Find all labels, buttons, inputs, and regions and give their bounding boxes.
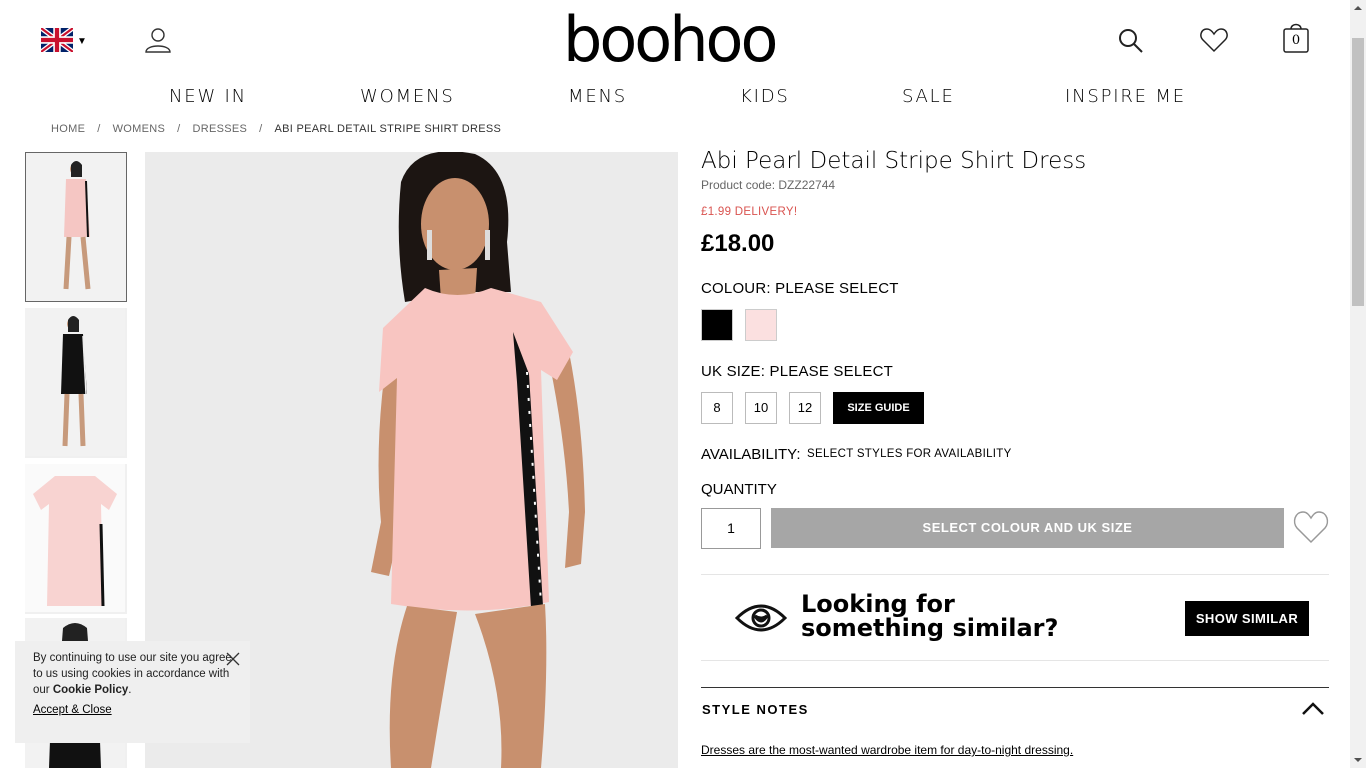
thumbnail-3[interactable] [25, 464, 127, 614]
add-to-bag-button[interactable]: SELECT COLOUR AND UK SIZE [771, 508, 1284, 548]
page-scrollbar[interactable] [1350, 0, 1366, 768]
wishlist-heart-icon[interactable] [1293, 510, 1329, 544]
nav-mens[interactable]: MENS [568, 86, 627, 107]
heart-icon[interactable] [1200, 27, 1228, 53]
nav-kids[interactable]: KIDS [740, 86, 790, 107]
nav-new-in[interactable]: NEW IN [169, 86, 247, 107]
scroll-down-arrow-icon[interactable] [1350, 752, 1366, 768]
size-option-10[interactable]: 10 [745, 392, 777, 424]
colour-value: PLEASE SELECT [775, 280, 899, 297]
nav-inspire-me[interactable]: INSPIRE ME [1065, 86, 1186, 107]
product-price: £18.00 [701, 230, 775, 257]
colour-swatch-pink[interactable] [745, 309, 777, 341]
nav-sale[interactable]: SALE [902, 86, 955, 107]
breadcrumb-current: ABI PEARL DETAIL STRIPE SHIRT DRESS [274, 123, 502, 135]
quantity-input[interactable]: 1 [701, 508, 761, 549]
accept-close-link[interactable]: Accept & Close [33, 702, 112, 718]
size-option-12[interactable]: 12 [789, 392, 821, 424]
size-value: PLEASE SELECT [769, 363, 893, 380]
availability-label: AVAILABILITY: [701, 446, 801, 463]
eye-icon [735, 604, 787, 632]
cookie-banner: By continuing to use our site you agree … [15, 641, 250, 743]
thumbnail-1[interactable] [25, 152, 127, 302]
breadcrumb: HOME / WOMENS / DRESSES / ABI PEARL DETAIL STR… [51, 123, 502, 135]
size-guide-button[interactable]: SIZE GUIDE [833, 392, 924, 424]
delivery-promo: £1.99 DELIVERY! [701, 206, 798, 218]
style-notes-header[interactable]: STYLE NOTES [701, 687, 1329, 731]
uk-flag-icon[interactable] [41, 28, 73, 52]
chevron-down-icon[interactable]: ▼ [77, 36, 87, 47]
cookie-text: By continuing to use our site you agree … [33, 652, 232, 696]
main-nav: NEW IN WOMENS MENS KIDS SALE INSPIRE ME [0, 86, 1350, 110]
similar-section: Looking for something similar? SHOW SIMI… [701, 574, 1329, 661]
scrollbar-thumb[interactable] [1352, 38, 1364, 306]
style-notes-title: STYLE NOTES [702, 702, 809, 717]
breadcrumb-dresses[interactable]: DRESSES [192, 123, 247, 135]
chevron-up-icon[interactable] [1301, 700, 1325, 716]
breadcrumb-womens[interactable]: WOMENS [113, 123, 166, 135]
product-code: Product code: DZZ22744 [701, 178, 836, 192]
close-icon[interactable] [226, 652, 240, 666]
show-similar-button[interactable]: SHOW SIMILAR [1185, 601, 1309, 636]
cookie-policy-link[interactable]: Cookie Policy [53, 684, 128, 696]
quantity-label: QUANTITY [701, 481, 777, 498]
size-label: UK SIZE: PLEASE SELECT [701, 363, 893, 380]
search-icon[interactable] [1118, 28, 1144, 54]
account-icon[interactable] [145, 27, 171, 53]
brand-logo[interactable]: boohoo [563, 8, 778, 72]
size-option-8[interactable]: 8 [701, 392, 733, 424]
availability-value: SELECT STYLES FOR AVAILABILITY [807, 448, 1012, 460]
colour-swatch-black[interactable] [701, 309, 733, 341]
similar-heading: Looking for something similar? [801, 590, 1059, 642]
scroll-up-arrow-icon[interactable] [1350, 0, 1366, 16]
product-title: Abi Pearl Detail Stripe Shirt Dress [701, 148, 1087, 174]
bag-count: 0 [1291, 33, 1301, 48]
style-notes-text[interactable]: Dresses are the most-wanted wardrobe ite… [701, 743, 1073, 757]
breadcrumb-home[interactable]: HOME [51, 123, 85, 135]
thumbnail-2[interactable] [25, 308, 127, 458]
colour-label: COLOUR: PLEASE SELECT [701, 280, 899, 297]
site-header: ▼ boohoo 0 [0, 0, 1350, 80]
nav-womens[interactable]: WOMENS [360, 86, 455, 107]
